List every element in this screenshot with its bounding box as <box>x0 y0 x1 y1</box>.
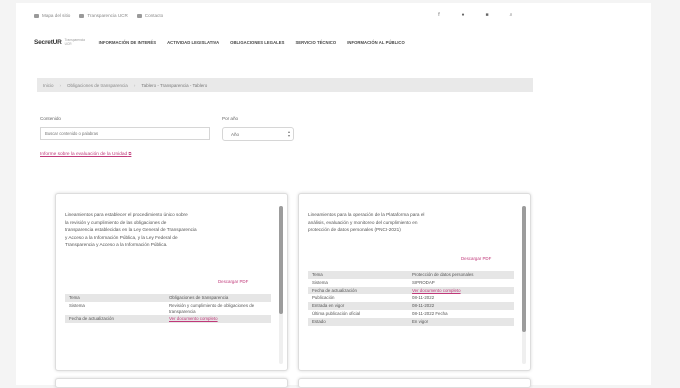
card-description-line: Transparencia y Acceso a la Información … <box>65 242 168 247</box>
site-logo[interactable]: SecretUR Transparencia UCR <box>34 38 85 46</box>
search-input[interactable] <box>40 127 210 140</box>
table-cell-value: SIPRODAP <box>412 279 435 285</box>
table-row: Tema Protección de datos personales <box>308 271 514 279</box>
year-label: Por año <box>222 116 239 121</box>
card-description-line: Lineamientos para la operación de la Pla… <box>308 212 425 217</box>
top-link-transparency[interactable]: Transparencia UCR <box>79 13 128 18</box>
nav-item-legislative[interactable]: Actividad legislativa <box>167 40 219 45</box>
search-label: Contenido <box>40 116 61 121</box>
table-row: Fecha de actualización Ver documento com… <box>308 286 514 295</box>
table-row: Tema Obligaciones de transparencia <box>65 294 271 302</box>
breadcrumb-separator: › <box>59 82 62 88</box>
nav-item-legal[interactable]: Obligaciones legales <box>230 40 284 45</box>
envelope-icon <box>34 13 39 18</box>
nav-item-public[interactable]: Información al público <box>347 40 405 45</box>
year-select[interactable]: Año ▴ ▾ <box>222 127 294 141</box>
top-link-label: Mapa del sitio <box>42 13 71 18</box>
card-scrollbar[interactable] <box>279 206 283 364</box>
scrollbar-thumb[interactable] <box>279 206 283 314</box>
table-cell-value: 08-11-2022 Fecha <box>412 310 448 316</box>
metadata-table: Tema Protección de datos personales Sist… <box>308 271 514 326</box>
card-description: Lineamientos para establecer el procedim… <box>65 211 197 249</box>
logo-text: SecretUR <box>34 39 62 46</box>
card-description-line: protección de datos personales (PNCI-202… <box>308 227 401 232</box>
breadcrumb-home[interactable]: Inicio <box>43 83 54 88</box>
table-cell-label: Última publicación oficial <box>312 310 361 316</box>
card-description-line: Lineamientos para establecer el procedim… <box>65 212 188 217</box>
report-link-label: Informe sobre la evaluación de la Unidad <box>40 152 128 157</box>
table-cell-label: Fecha de actualización <box>65 315 165 324</box>
breadcrumb-current: Tablero - Transparencia - Tablero <box>141 82 208 88</box>
card-scrollbar[interactable] <box>522 206 526 364</box>
social-links: f ● ■ ⌕ <box>436 12 514 18</box>
card-description-line: y Acceso a la Información Pública, y la … <box>65 234 178 240</box>
metadata-table: Tema Obligaciones de transparencia Siste… <box>65 294 271 324</box>
person-icon <box>136 13 142 18</box>
logo-subtitle: Transparencia UCR <box>64 38 85 46</box>
document-card <box>55 378 288 388</box>
twitter-icon[interactable]: ● <box>460 12 466 18</box>
top-link-label: Transparencia UCR <box>87 13 128 18</box>
table-row: Entrada en vigor 08-11-2022 <box>308 302 514 310</box>
document-link[interactable]: Ver documento completo <box>412 288 461 293</box>
table-cell-label: Entrada en vigor <box>308 302 408 310</box>
table-cell-value: Obligaciones de transparencia <box>165 294 271 302</box>
table-cell-label: Sistema <box>69 302 85 308</box>
scrollbar-thumb[interactable] <box>522 206 526 332</box>
card-description: Lineamientos para la operación de la Pla… <box>308 211 424 234</box>
nav-item-interest[interactable]: Información de interés <box>99 40 156 45</box>
table-row: Fecha de actualización Ver documento com… <box>65 315 271 324</box>
table-row: Sistema Revisión y cumplimiento de oblig… <box>65 302 271 316</box>
facebook-icon[interactable]: f <box>436 12 442 18</box>
search-icon[interactable]: ⌕ <box>508 12 514 18</box>
table-cell-value: 08-11-2022 <box>408 302 514 310</box>
chevron-updown-icon: ▴ ▾ <box>287 129 290 138</box>
table-row: Última publicación oficial 08-11-2022 Fe… <box>308 310 514 318</box>
breadcrumb-separator: › <box>133 82 136 88</box>
table-cell-value: Ver documento completo <box>408 286 514 295</box>
table-cell-value: 08-11-2022 <box>412 295 435 301</box>
document-link[interactable]: Ver documento completo <box>169 316 218 321</box>
building-icon <box>79 13 85 18</box>
breadcrumb: Inicio › Obligaciones de transparencia ›… <box>37 78 533 92</box>
table-cell-label: Sistema <box>312 279 328 285</box>
table-row: Sistema SIPRODAP <box>308 279 514 287</box>
external-link-icon: ⧉ <box>128 151 132 156</box>
top-link-contact[interactable]: Contacto <box>136 13 164 18</box>
page: Mapa del sitio Transparencia UCR Contact… <box>0 0 680 388</box>
main-nav: SecretUR Transparencia UCR Información d… <box>34 38 405 46</box>
top-link-sitemap[interactable]: Mapa del sitio <box>34 13 70 18</box>
nav-items: Información de interés Actividad legisla… <box>99 40 405 45</box>
top-utility-bar: Mapa del sitio Transparencia UCR Contact… <box>34 13 163 18</box>
report-link[interactable]: Informe sobre la evaluación de la Unidad… <box>40 151 131 157</box>
breadcrumb-obligations[interactable]: Obligaciones de transparencia <box>67 83 128 88</box>
document-card: Lineamientos para la operación de la Pla… <box>298 193 531 371</box>
card-description-line: análisis, evaluación y monitoreo del cum… <box>308 219 418 225</box>
table-cell-label: Fecha de actualización <box>308 286 408 295</box>
table-cell-label: Tema <box>308 271 408 279</box>
nav-item-technical[interactable]: Servicio técnico <box>295 40 336 45</box>
table-row: Estado En vigor <box>308 317 514 326</box>
table-cell-label: Publicación <box>312 295 335 301</box>
card-description-line: transparencia establecidas en la Ley Gen… <box>65 227 197 232</box>
table-cell-value: Protección de datos personales <box>408 271 514 279</box>
download-link[interactable]: Descargar PDF <box>218 279 248 284</box>
card-description-line: la revisión y cumplimiento de las obliga… <box>65 219 167 225</box>
table-cell-value: En vigor <box>408 317 514 326</box>
table-cell-label: Tema <box>65 294 165 302</box>
document-card <box>298 378 531 388</box>
table-cell-value: Revisión y cumplimiento de obligaciones … <box>169 302 255 314</box>
table-cell-value: Ver documento completo <box>165 315 271 324</box>
year-select-value: Año <box>231 132 240 137</box>
top-link-label: Contacto <box>144 13 164 18</box>
youtube-icon[interactable]: ■ <box>484 12 490 18</box>
table-row: Publicación 08-11-2022 <box>308 294 514 302</box>
document-card: Lineamientos para establecer el procedim… <box>55 193 288 371</box>
table-cell-label: Estado <box>308 317 408 326</box>
download-link[interactable]: Descargar PDF <box>461 256 491 261</box>
